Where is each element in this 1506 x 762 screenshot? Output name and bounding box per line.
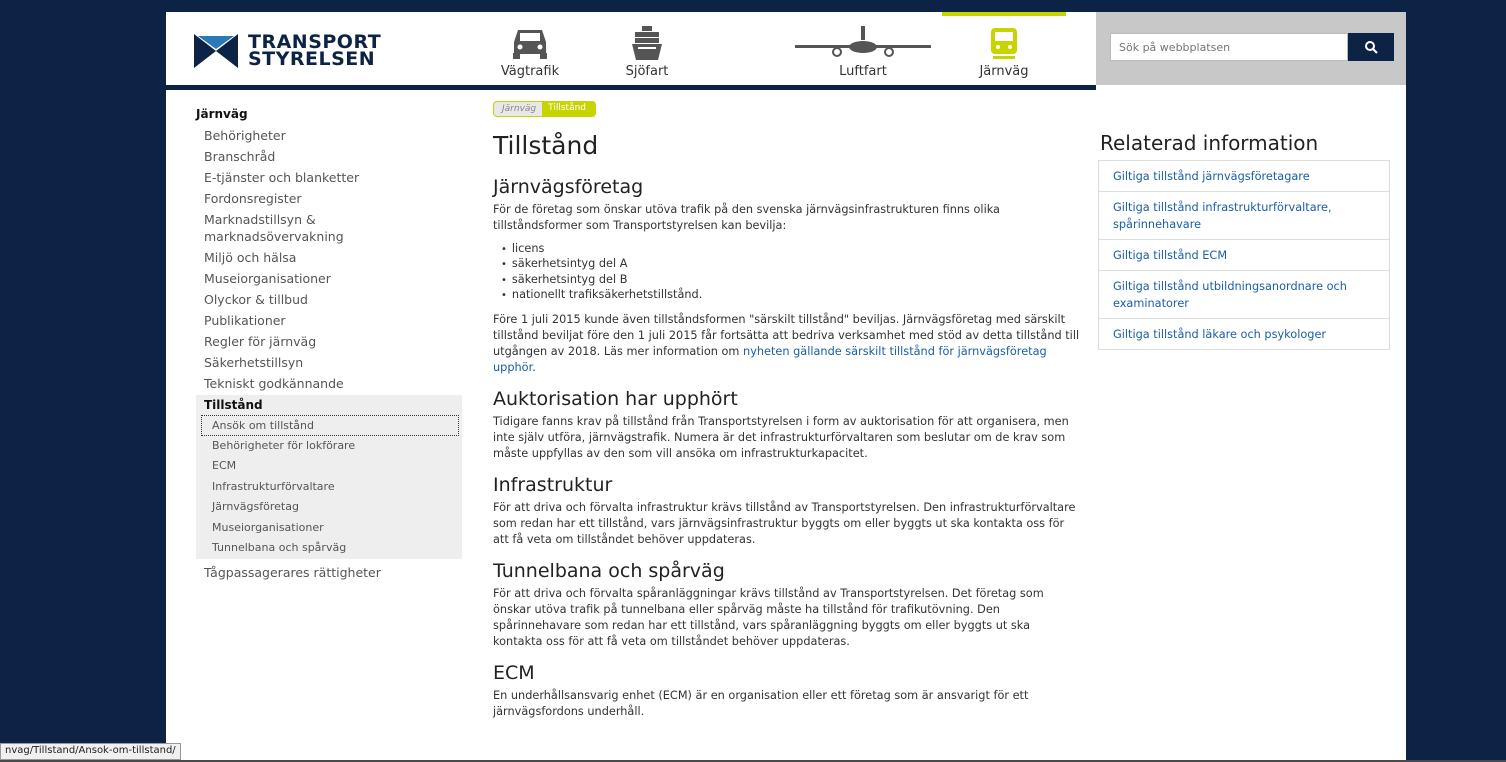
sidebar-heading[interactable]: Järnväg <box>196 104 462 125</box>
search-input[interactable] <box>1110 33 1348 61</box>
paragraph: Före 1 juli 2015 kunde även tillståndsfo… <box>493 312 1083 377</box>
nav-label: Luftfart <box>839 64 887 79</box>
paragraph: För de företag som önskar utöva trafik p… <box>493 203 1000 233</box>
section-heading: Järnvägsföretag <box>493 176 644 198</box>
sidebar-item[interactable]: Tågpassagerares rättigheter <box>196 562 462 583</box>
sidebar-item[interactable]: Miljö och hälsa <box>196 247 462 268</box>
car-icon <box>513 30 547 59</box>
sidebar-subitem[interactable]: Infrastrukturförvaltare <box>196 477 462 498</box>
nav-label: Sjöfart <box>625 64 669 79</box>
related-link[interactable]: Giltiga tillstånd infrastrukturförvaltar… <box>1099 192 1389 240</box>
nav-label: Järnväg <box>979 64 1029 79</box>
sidebar-item[interactable]: Publikationer <box>196 310 462 331</box>
sidebar-subitem[interactable]: ECM <box>196 456 462 477</box>
airplane-icon <box>795 26 931 57</box>
paragraph: Tidigare fanns krav på tillstånd från Tr… <box>493 414 1069 461</box>
sidebar-subitem[interactable]: Tunnelbana och spårväg <box>196 538 462 559</box>
related-links: Giltiga tillstånd järnvägsföretagare Gil… <box>1098 160 1390 350</box>
logo-icon <box>194 34 238 68</box>
list-item: licens <box>501 242 1083 258</box>
bullet-list: licens säkerhetsintyg del A säkerhetsint… <box>501 242 1083 304</box>
nav-luftfart[interactable]: Luftfart <box>795 12 931 88</box>
paragraph: För att driva och förvalta infrastruktur… <box>493 500 1076 547</box>
breadcrumb: Järnväg Tillstånd <box>493 101 1083 117</box>
site-logo[interactable]: TRANSPORT STYRELSEN <box>194 33 381 70</box>
sidebar-nav: Järnväg Behörigheter Branschråd E-tjänst… <box>196 104 462 583</box>
sidebar-subitem[interactable]: Behörigheter för lokförare <box>196 436 462 457</box>
related-link[interactable]: Giltiga tillstånd ECM <box>1099 240 1389 271</box>
related-info: Relaterad information Giltiga tillstånd … <box>1098 128 1390 350</box>
nav-sjofart[interactable]: Sjöfart <box>585 12 709 88</box>
sidebar-item[interactable]: Tekniskt godkännande <box>196 373 462 394</box>
top-strip <box>166 0 1406 12</box>
related-title: Relaterad information <box>1100 131 1319 155</box>
logo-text: TRANSPORT STYRELSEN <box>248 33 381 70</box>
paragraph: En underhållsansvarig enhet (ECM) är en … <box>493 688 1029 719</box>
section-heading: ECM <box>493 661 535 684</box>
nav-jarnvag[interactable]: Järnväg <box>942 12 1066 88</box>
breadcrumb-current: Tillstånd <box>542 101 597 117</box>
sidebar-group-heading[interactable]: Tillstånd <box>196 395 462 415</box>
search-button[interactable] <box>1348 33 1394 61</box>
train-icon <box>991 28 1017 59</box>
sidebar-subitem-current[interactable]: Ansök om tillstånd <box>201 415 459 436</box>
list-item: säkerhetsintyg del A <box>501 257 1083 273</box>
sidebar-item[interactable]: Behörigheter <box>196 125 462 146</box>
paragraph: För att driva och förvalta spåranläggnin… <box>493 586 1044 649</box>
breadcrumb-parent[interactable]: Järnväg <box>493 101 543 117</box>
logo-line-2: STYRELSEN <box>248 48 376 70</box>
related-link[interactable]: Giltiga tillstånd utbildningsanordnare o… <box>1099 271 1389 319</box>
sidebar-item[interactable]: Olyckor & tillbud <box>196 289 462 310</box>
sidebar-item[interactable]: Branschråd <box>196 146 462 167</box>
list-item: säkerhetsintyg del B <box>501 273 1083 289</box>
related-link[interactable]: Giltiga tillstånd järnvägsföretagare <box>1099 161 1389 192</box>
site-header: TRANSPORT STYRELSEN Vägtrafik Sjöfart Lu… <box>166 12 1406 88</box>
main-content: Järnväg Tillstånd Tillstånd Järnvägsföre… <box>493 101 1083 720</box>
paragraph-end: . <box>532 361 536 375</box>
sidebar-item[interactable]: Museiorganisationer <box>196 268 462 289</box>
header-divider <box>166 85 1096 90</box>
search-area <box>1096 12 1406 85</box>
section-heading: Auktorisation har upphört <box>493 387 738 410</box>
sidebar-item[interactable]: Säkerhetstillsyn <box>196 352 462 373</box>
browser-status-url: nvag/Tillstand/Ansok-om-tillstand/ <box>0 743 181 760</box>
search-icon <box>1365 41 1378 54</box>
sidebar-item[interactable]: E-tjänster och blanketter <box>196 167 462 188</box>
list-item: nationellt trafiksäkerhetstillstånd. <box>501 288 1083 304</box>
nav-vagtrafik[interactable]: Vägtrafik <box>468 12 592 88</box>
section-heading: Tunnelbana och spårväg <box>493 559 725 582</box>
ship-icon <box>632 26 662 60</box>
sidebar-subitem[interactable]: Museiorganisationer <box>196 518 462 539</box>
sidebar-item[interactable]: Regler för järnväg <box>196 331 462 352</box>
sidebar-item[interactable]: Fordonsregister <box>196 188 462 209</box>
nav-label: Vägtrafik <box>500 64 560 79</box>
sidebar-subitem[interactable]: Järnvägsföretag <box>196 497 462 518</box>
section-heading: Infrastruktur <box>493 473 613 496</box>
page-title: Tillstånd <box>493 131 599 160</box>
sidebar-group-tillstand: Tillstånd Ansök om tillstånd Behörighete… <box>196 395 462 559</box>
related-link[interactable]: Giltiga tillstånd läkare och psykologer <box>1099 319 1389 349</box>
sidebar-item[interactable]: Marknadstillsyn & marknadsövervakning <box>196 209 416 247</box>
